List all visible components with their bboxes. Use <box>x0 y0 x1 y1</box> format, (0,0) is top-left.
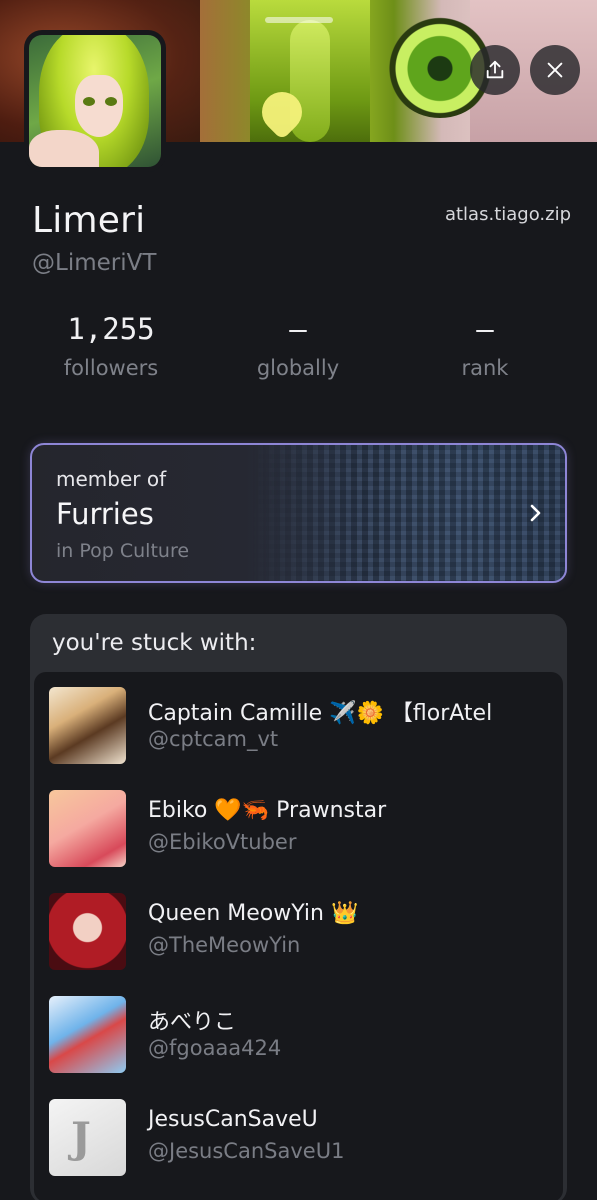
list-item[interactable]: あべりこ @fgoaaa424 <box>34 996 563 1096</box>
item-handle: @TheMeowYin <box>148 933 301 957</box>
share-button[interactable] <box>470 45 520 95</box>
stat-globally: — globally <box>213 312 383 380</box>
stat-rank: — rank <box>400 312 570 380</box>
item-name: あべりこ <box>148 1010 237 1035</box>
close-icon <box>547 62 563 78</box>
item-handle: @cptcam_vt <box>148 727 279 751</box>
item-name: JesusCanSaveU <box>148 1107 318 1132</box>
stat-label: globally <box>256 356 340 380</box>
profile-handle: @LimeriVT <box>32 250 157 276</box>
item-handle: @EbikoVtuber <box>148 830 297 854</box>
stuck-with-section: you're stuck with: Captain Camille ✈️🌼 【… <box>30 614 567 1200</box>
sheet-grabber[interactable] <box>265 17 333 23</box>
profile-name: Limeri <box>32 200 146 241</box>
stat-label: followers <box>63 356 159 380</box>
stat-value: — <box>289 312 307 346</box>
avatar <box>49 790 126 867</box>
stat-followers: 1,255 followers <box>26 312 196 380</box>
stat-label: rank <box>461 356 509 380</box>
stat-value: — <box>476 312 494 346</box>
chevron-right-icon <box>530 504 541 522</box>
avatar <box>49 996 126 1073</box>
avatar <box>49 893 126 970</box>
list-item[interactable]: J JesusCanSaveU @JesusCanSaveU1 <box>34 1099 563 1199</box>
stuck-with-list: Captain Camille ✈️🌼 【florAtel @cptcam_vt… <box>34 672 563 1200</box>
community-card[interactable]: member of Furries in Pop Culture <box>30 443 567 583</box>
list-item[interactable]: Captain Camille ✈️🌼 【florAtel @cptcam_vt <box>34 687 563 787</box>
list-item[interactable]: Queen MeowYin 👑 @TheMeowYin <box>34 893 563 993</box>
item-name: Ebiko 🧡🦐 Prawnstar <box>148 798 387 823</box>
site-link[interactable]: atlas.tiago.zip <box>445 204 571 225</box>
list-item[interactable]: Ebiko 🧡🦐 Prawnstar @EbikoVtuber <box>34 790 563 890</box>
community-background <box>252 445 565 581</box>
avatar: J <box>49 1099 126 1176</box>
close-button[interactable] <box>530 45 580 95</box>
community-label: member of <box>56 467 167 491</box>
item-name: Queen MeowYin 👑 <box>148 901 359 926</box>
stat-value: 1,255 <box>67 312 155 346</box>
item-handle: @JesusCanSaveU1 <box>148 1139 345 1163</box>
profile-avatar[interactable] <box>24 30 166 172</box>
item-handle: @fgoaaa424 <box>148 1036 282 1060</box>
community-category: in Pop Culture <box>56 540 190 562</box>
share-icon <box>486 60 504 79</box>
community-name: Furries <box>56 497 154 531</box>
section-title: you're stuck with: <box>52 630 257 656</box>
item-name: Captain Camille ✈️🌼 【florAtel <box>148 701 493 726</box>
avatar <box>49 687 126 764</box>
